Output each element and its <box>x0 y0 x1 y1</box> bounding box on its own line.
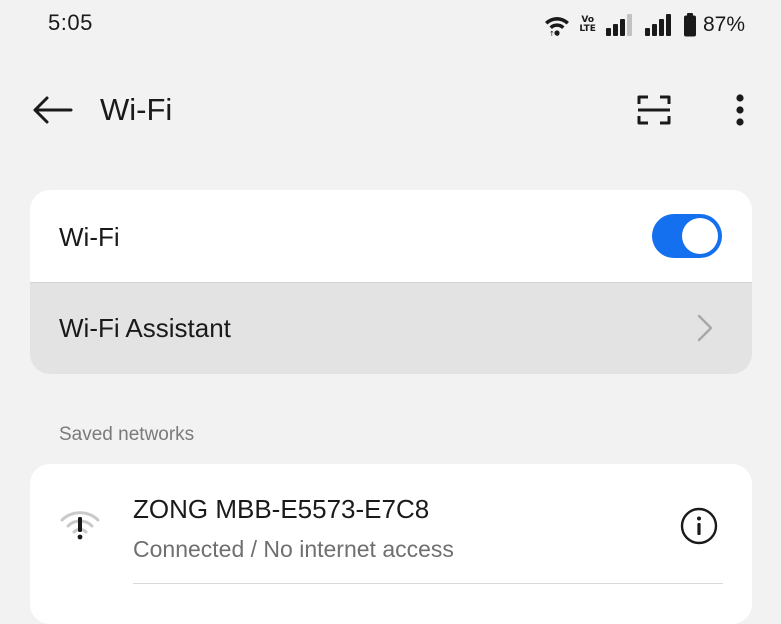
wifi-toggle-switch[interactable] <box>652 214 722 258</box>
info-icon[interactable] <box>680 507 718 545</box>
scan-button[interactable] <box>634 92 674 132</box>
network-name: ZONG MBB-E5573-E7C8 <box>133 494 430 524</box>
wifi-assistant-row[interactable]: Wi-Fi Assistant <box>30 283 752 374</box>
status-time: 5:05 <box>48 10 93 35</box>
status-bar: 5:05 ↑↓ Vo LTE 87% <box>0 0 781 50</box>
saved-networks-heading: Saved networks <box>59 424 195 445</box>
app-header: Wi-Fi <box>0 80 781 142</box>
back-button[interactable] <box>28 92 76 132</box>
more-vert-icon <box>735 93 745 131</box>
divider <box>133 583 723 584</box>
battery-icon <box>683 13 697 37</box>
wifi-assistant-label: Wi-Fi Assistant <box>59 313 231 343</box>
wifi-no-internet-icon <box>58 508 102 542</box>
signal-icon <box>605 13 635 37</box>
chevron-right-icon <box>696 313 714 343</box>
wifi-toggle-row[interactable]: Wi-Fi <box>30 190 752 282</box>
volte-bottom-label: LTE <box>579 24 596 34</box>
volte-icon: Vo LTE <box>579 16 596 34</box>
status-icons: ↑↓ Vo LTE 87% <box>544 11 745 39</box>
battery-percent: 87% <box>702 13 745 36</box>
wifi-label: Wi-Fi <box>59 222 120 252</box>
back-arrow-icon <box>31 95 73 130</box>
network-list-item[interactable]: ZONG MBB-E5573-E7C8 Connected / No inter… <box>30 464 752 584</box>
more-options-button[interactable] <box>722 92 758 132</box>
wifi-icon: ↑↓ <box>544 14 570 36</box>
signal-icon <box>644 13 674 37</box>
wifi-settings-card: Wi-Fi Wi-Fi Assistant <box>30 190 752 374</box>
scan-icon <box>637 94 671 131</box>
svg-text:↑↓: ↑↓ <box>549 30 561 36</box>
toggle-knob <box>682 218 718 254</box>
page-title: Wi-Fi <box>100 92 173 127</box>
saved-networks-card: ZONG MBB-E5573-E7C8 Connected / No inter… <box>30 464 752 624</box>
network-status: Connected / No internet access <box>133 536 454 562</box>
